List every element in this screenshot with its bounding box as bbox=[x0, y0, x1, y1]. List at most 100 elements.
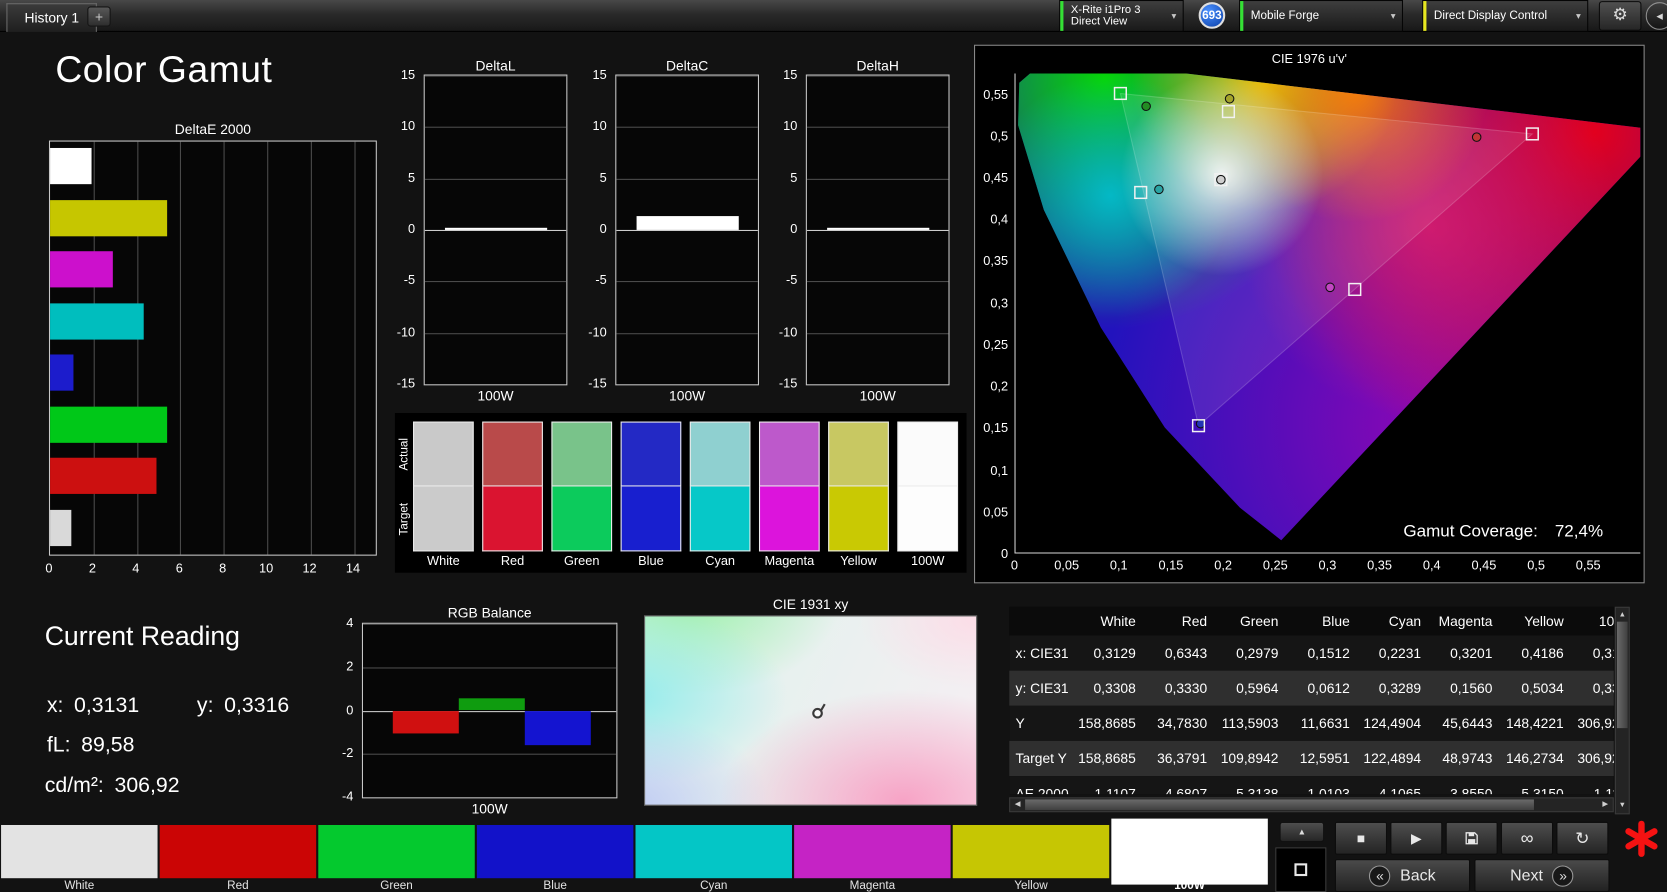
back-chevrons-icon: « bbox=[1369, 864, 1391, 887]
pattern-button-100w[interactable] bbox=[1111, 818, 1268, 885]
pattern-button-yellow[interactable] bbox=[952, 824, 1110, 879]
deltah-xlabel: 100W bbox=[859, 387, 896, 404]
reading-x-label: x: bbox=[46, 694, 64, 718]
back-button[interactable]: « Back bbox=[1334, 859, 1471, 892]
table-row[interactable]: Y 158,8685 34,7830 113,5903 11,6631 124,4904 4… bbox=[1009, 705, 1614, 741]
swatch-label: Red bbox=[500, 553, 525, 569]
refresh-button[interactable]: ↻ bbox=[1556, 821, 1609, 855]
swatch-target-white bbox=[413, 486, 474, 552]
table-cell: 109,8942 bbox=[1220, 750, 1279, 767]
chevron-down-icon[interactable]: ▾ bbox=[1165, 10, 1183, 22]
save-button[interactable] bbox=[1445, 821, 1498, 855]
gridline bbox=[806, 332, 949, 334]
gridline bbox=[310, 141, 312, 555]
add-tab-button[interactable]: + bbox=[87, 6, 111, 27]
pattern-window-preview[interactable] bbox=[1275, 847, 1327, 892]
gamut-coverage-value: 72,4% bbox=[1554, 522, 1604, 541]
row-label: Target Y bbox=[1015, 750, 1067, 767]
pattern-button-magenta[interactable] bbox=[794, 824, 951, 879]
reading-fl: fL: 89,58 bbox=[47, 733, 135, 757]
swatch-actual-red bbox=[482, 421, 543, 487]
save-icon bbox=[1465, 832, 1478, 845]
table-cell: 36,3791 bbox=[1157, 750, 1208, 767]
column-header bbox=[1009, 607, 1075, 636]
table-row[interactable]: y: CIE31 0,3308 0,3330 0,5964 0,0612 0,3289 0,… bbox=[1009, 670, 1614, 706]
column-header: Yellow bbox=[1524, 613, 1564, 630]
rgb-balance-chart-title: RGB Balance bbox=[447, 604, 532, 621]
horizontal-scrollbar-thumb[interactable] bbox=[1025, 799, 1534, 811]
axis-tick-label: 14 bbox=[345, 560, 361, 576]
axis-tick-label: 0,5 bbox=[990, 128, 1009, 144]
axis-tick-label: 0 bbox=[599, 221, 607, 237]
next-button[interactable]: Next » bbox=[1474, 859, 1610, 892]
pattern-button-green[interactable] bbox=[318, 824, 475, 879]
axis-tick-label: 0,45 bbox=[1471, 557, 1497, 573]
settings-button[interactable]: ⚙ bbox=[1598, 1, 1642, 31]
collapse-panel-button[interactable]: ◂ bbox=[1645, 2, 1667, 30]
expand-pattern-panel-button[interactable]: ▲ bbox=[1279, 821, 1325, 843]
alert-asterisk-icon bbox=[1622, 820, 1660, 858]
chevron-down-icon[interactable]: ▾ bbox=[1570, 10, 1588, 22]
scroll-left-icon[interactable]: ◀ bbox=[1011, 798, 1024, 811]
measurement-table: White Red Green Blue Cyan Magenta Yellow 100W x:… bbox=[1009, 606, 1614, 795]
tab-history-1[interactable]: History 1 bbox=[6, 3, 98, 32]
axis-tick-label: -5 bbox=[403, 272, 416, 288]
vertical-scrollbar-thumb[interactable] bbox=[1616, 621, 1628, 729]
table-cell: 0,3129 bbox=[1093, 645, 1136, 662]
axis-tick-label: 0 bbox=[45, 560, 53, 576]
continuous-measure-button[interactable]: ∞ bbox=[1500, 821, 1554, 855]
row-label: ΔE 2000 bbox=[1015, 785, 1069, 795]
gridline bbox=[616, 178, 758, 180]
display-control-dropdown[interactable]: Direct Display Control ▾ bbox=[1422, 0, 1589, 32]
axis-tick-label: 6 bbox=[175, 560, 183, 576]
deltah-chart-title: DeltaH bbox=[856, 57, 899, 74]
pattern-button-red[interactable] bbox=[159, 824, 317, 879]
axis-tick-label: 0,55 bbox=[983, 86, 1009, 102]
scroll-right-icon[interactable]: ▶ bbox=[1599, 798, 1612, 811]
cie76-panel: CIE 1976 u'v' 0 0,05 0,1 0,15 0,2 0,25 0,3 0,35… bbox=[974, 44, 1645, 584]
gridline bbox=[616, 75, 758, 77]
next-label: Next bbox=[1510, 866, 1543, 885]
table-row[interactable]: x: CIE31 0,3129 0,6343 0,2979 0,1512 0,2231 0,… bbox=[1009, 635, 1614, 671]
axis-tick-label: -10 bbox=[396, 324, 416, 340]
meter-dropdown[interactable]: X-Rite i1Pro 3 Direct View ▾ bbox=[1059, 0, 1184, 32]
axis-tick-label: 2 bbox=[88, 560, 96, 576]
gridline bbox=[424, 75, 567, 77]
pattern-source-dropdown[interactable]: Mobile Forge ▾ bbox=[1239, 0, 1404, 32]
gamut-coverage-label: Gamut Coverage: bbox=[1403, 522, 1538, 541]
measurement-white bbox=[1216, 174, 1226, 185]
swatch-label: Yellow bbox=[840, 553, 877, 569]
table-vertical-scrollbar[interactable]: ▲ ▼ bbox=[1614, 606, 1630, 815]
swatch-target-cyan bbox=[689, 486, 751, 552]
swatch-actual-blue bbox=[620, 421, 682, 487]
swatch-actual-100w bbox=[897, 421, 959, 487]
source-label: Mobile Forge bbox=[1250, 9, 1320, 23]
cie76-xticks: 0 0,05 0,1 0,15 0,2 0,25 0,3 0,35 0,4 0,45 0,5 0,55 bbox=[1011, 557, 1610, 575]
table-cell: 124,4904 bbox=[1363, 715, 1422, 732]
table-row[interactable]: ΔE 2000 1,1107 4,6807 5,3138 1,0103 4,1065 3,8… bbox=[1009, 776, 1614, 795]
scroll-down-icon[interactable]: ▼ bbox=[1616, 799, 1629, 812]
table-cell: 306,9200 bbox=[1577, 750, 1613, 767]
axis-tick-label: 0 bbox=[1000, 546, 1009, 561]
table-cell: 0,3308 bbox=[1093, 680, 1136, 697]
swatch-actual-yellow bbox=[828, 421, 889, 487]
gridline bbox=[616, 229, 758, 231]
stop-button[interactable]: ■ bbox=[1334, 821, 1388, 855]
axis-tick-label: -5 bbox=[595, 272, 607, 288]
deltac-plot bbox=[615, 74, 759, 386]
chevron-down-icon[interactable]: ▾ bbox=[1384, 10, 1402, 22]
row-label: Y bbox=[1015, 715, 1025, 732]
axis-tick-label: 5 bbox=[408, 169, 416, 185]
reading-y: y: 0,3316 bbox=[197, 694, 289, 718]
table-horizontal-scrollbar[interactable]: ◀ ▶ bbox=[1009, 797, 1614, 813]
pattern-button-cyan[interactable] bbox=[635, 824, 792, 879]
play-button[interactable]: ▶ bbox=[1390, 821, 1443, 855]
table-row[interactable]: Target Y 158,8685 36,3791 109,8942 12,5951 12… bbox=[1009, 740, 1614, 777]
axis-tick-label: 0,25 bbox=[1262, 557, 1288, 573]
scroll-up-icon[interactable]: ▲ bbox=[1616, 609, 1629, 622]
pattern-button-blue[interactable] bbox=[476, 824, 634, 879]
bar-red bbox=[392, 710, 459, 734]
axis-tick-label: 0,4 bbox=[990, 212, 1009, 228]
pattern-button-white[interactable] bbox=[1, 824, 158, 879]
reading-cdm2: cd/m²: 306,92 bbox=[45, 774, 180, 798]
